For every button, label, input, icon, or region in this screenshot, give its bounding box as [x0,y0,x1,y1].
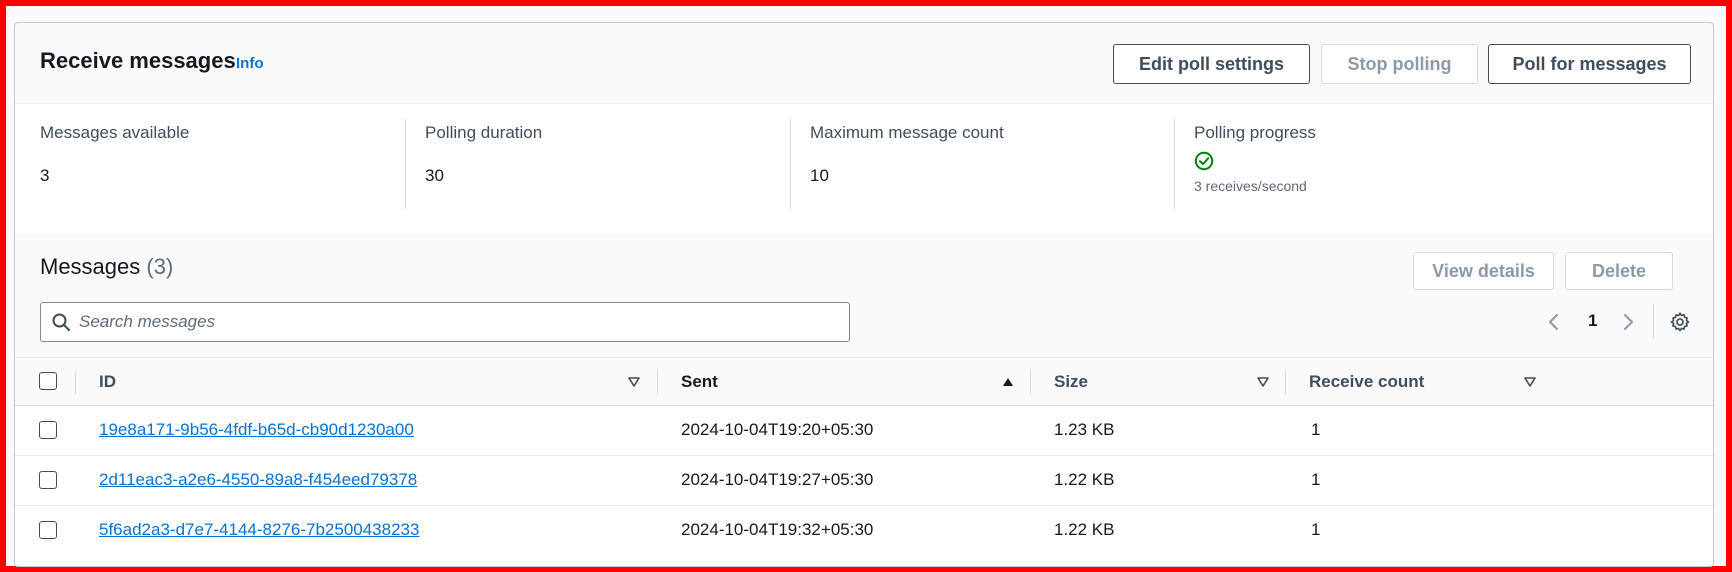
select-all-checkbox[interactable] [39,372,57,390]
max-message-count-value: 10 [810,166,829,185]
message-id-link[interactable]: 5f6ad2a3-d7e7-4144-8276-7b2500438233 [99,520,419,540]
panel-header: Receive messages Info Edit poll settings… [15,23,1713,103]
polling-duration-value: 30 [425,166,444,185]
receive-messages-panel: Receive messages Info Edit poll settings… [14,22,1714,567]
stop-polling-button: Stop polling [1321,44,1478,84]
sort-icon[interactable] [627,375,641,389]
column-divider [1030,370,1031,394]
delete-button: Delete [1565,252,1673,290]
stat-divider [1174,119,1175,209]
receive-count-cell: 1 [1311,420,1321,439]
row-checkbox[interactable] [39,421,57,439]
chevron-left-icon[interactable] [1544,312,1564,332]
column-divider [1285,370,1286,394]
row-checkbox[interactable] [39,471,57,489]
column-header-id[interactable]: ID [99,372,116,392]
column-header-sent[interactable]: Sent [681,372,718,392]
row-checkbox[interactable] [39,521,57,539]
message-id-link[interactable]: 19e8a171-9b56-4fdf-b65d-cb90d1230a00 [99,420,414,440]
table-row[interactable]: 19e8a171-9b56-4fdf-b65d-cb90d1230a00 202… [15,406,1713,456]
table-row[interactable]: 5f6ad2a3-d7e7-4144-8276-7b2500438233 202… [15,506,1713,556]
stat-divider [790,119,791,209]
view-details-button: View details [1413,252,1554,290]
messages-count: (3) [146,254,174,279]
size-cell: 1.23 KB [1054,420,1115,439]
table-row[interactable]: 2d11eac3-a2e6-4550-89a8-f454eed79378 202… [15,456,1713,506]
column-divider [75,370,76,394]
info-link[interactable]: Info [236,55,264,72]
column-header-size[interactable]: Size [1054,372,1088,392]
messages-table: ID Sent Size Receive count 19e8a171-9b56… [15,357,1713,566]
messages-title: Messages [40,254,141,279]
table-header: ID Sent Size Receive count [15,358,1713,406]
polling-duration-label: Polling duration [425,123,543,142]
screenshot-frame: Receive messages Info Edit poll settings… [0,0,1732,572]
receive-count-cell: 1 [1311,520,1321,539]
pager-divider [1653,304,1654,338]
sort-icon[interactable] [1523,375,1537,389]
sent-cell: 2024-10-04T19:20+05:30 [681,420,874,439]
polling-progress-label: Polling progress [1194,123,1316,142]
search-icon [52,313,70,331]
messages-section: Messages (3) View details Delete 1 [15,234,1713,566]
sort-ascending-icon[interactable] [1001,375,1015,389]
stat-divider [405,119,406,209]
polling-stats: Messages available 3 Polling duration 30… [15,103,1713,234]
column-header-receive-count[interactable]: Receive count [1309,372,1424,392]
sent-cell: 2024-10-04T19:32+05:30 [681,520,874,539]
chevron-right-icon[interactable] [1618,312,1638,332]
size-cell: 1.22 KB [1054,520,1115,539]
message-id-link[interactable]: 2d11eac3-a2e6-4550-89a8-f454eed79378 [99,470,417,490]
sort-icon[interactable] [1256,375,1270,389]
edit-poll-settings-button[interactable]: Edit poll settings [1113,44,1310,84]
page-title: Receive messages [40,48,236,73]
gear-icon[interactable] [1669,311,1691,333]
messages-available-label: Messages available [40,123,190,142]
column-divider [657,370,658,394]
receive-count-cell: 1 [1311,470,1321,489]
size-cell: 1.22 KB [1054,470,1115,489]
poll-for-messages-button[interactable]: Poll for messages [1488,44,1691,84]
search-input[interactable] [79,304,839,340]
check-circle-icon [1194,151,1214,171]
max-message-count-label: Maximum message count [810,123,1004,142]
messages-heading: Messages (3) [40,254,173,280]
polling-progress-rate: 3 receives/second [1194,178,1307,194]
sent-cell: 2024-10-04T19:27+05:30 [681,470,874,489]
search-box[interactable] [40,302,850,342]
messages-available-value: 3 [40,166,50,185]
page-number[interactable]: 1 [1588,311,1597,331]
